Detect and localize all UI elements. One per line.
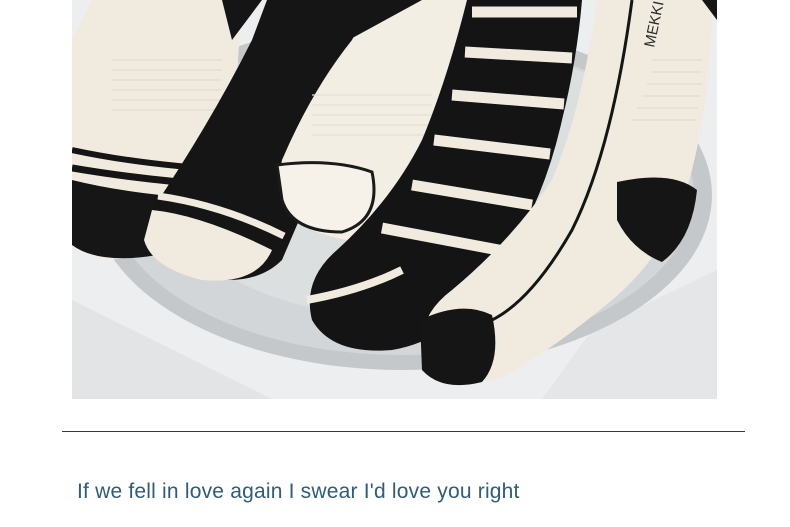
caption-text: If we fell in love again I swear I'd lov… [77, 480, 520, 503]
divider [62, 431, 745, 432]
product-photo: MEKKI [72, 0, 717, 399]
